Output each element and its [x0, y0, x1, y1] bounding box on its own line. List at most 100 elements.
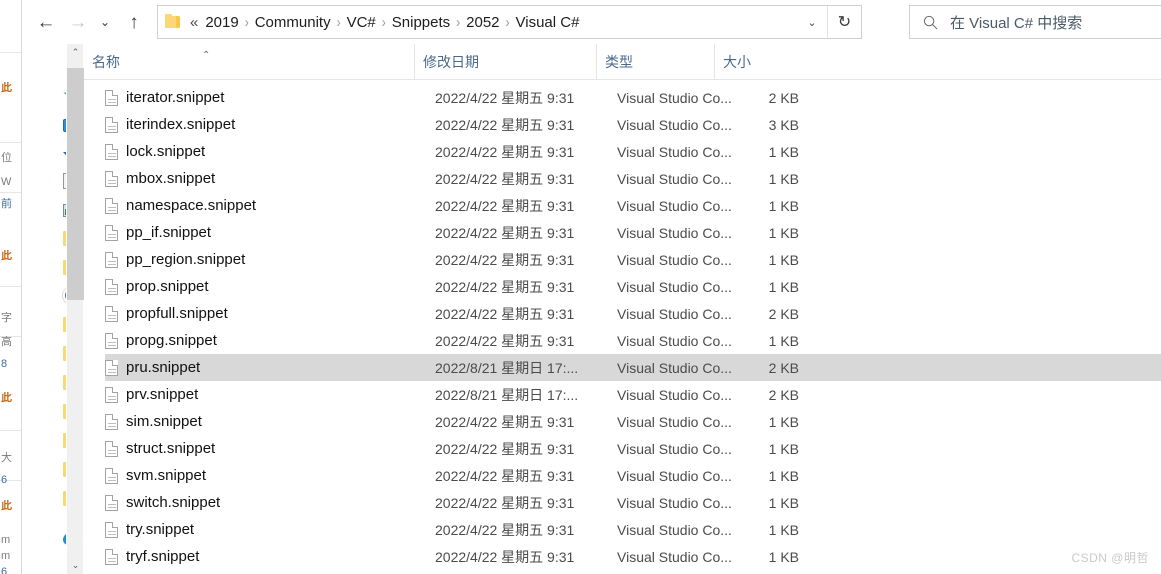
file-name-cell[interactable]: iterindex.snippet — [105, 116, 235, 133]
file-type-cell: Visual Studio Co... — [617, 197, 732, 214]
table-row[interactable]: lock.snippet 2022/4/22 星期五 9:31 Visual Stu… — [105, 138, 1161, 165]
file-name-cell[interactable]: tryf.snippet — [105, 548, 199, 565]
file-date-cell: 2022/4/22 星期五 9:31 — [435, 467, 575, 484]
file-date-cell: 2022/8/21 星期日 17:... — [435, 386, 579, 403]
table-row[interactable]: try.snippet 2022/4/22 星期五 9:31 Visual Stud… — [105, 516, 1161, 543]
table-row[interactable]: prop.snippet 2022/4/22 星期五 9:31 Visual Stu… — [105, 273, 1161, 300]
file-type-cell: Visual Studio Co... — [617, 251, 732, 268]
file-name-cell[interactable]: mbox.snippet — [105, 170, 215, 187]
file-type-cell: Visual Studio Co... — [617, 170, 732, 187]
file-name-cell[interactable]: switch.snippet — [105, 494, 220, 511]
snippet-file-icon — [105, 440, 118, 457]
breadcrumb-item-2052[interactable]: 2052 — [462, 11, 503, 34]
table-row[interactable]: propg.snippet 2022/4/22 星期五 9:31 Visual St… — [105, 327, 1161, 354]
file-name-cell[interactable]: iterator.snippet — [105, 89, 224, 106]
column-header-name-label: 名称 — [92, 54, 120, 70]
snippet-file-icon — [105, 359, 118, 376]
breadcrumb-separator-icon[interactable]: › — [243, 13, 251, 31]
table-row[interactable]: svm.snippet 2022/4/22 星期五 9:31 Visual Stud… — [105, 462, 1161, 489]
breadcrumb-item-snippets[interactable]: Snippets — [388, 11, 454, 34]
file-name-cell[interactable]: svm.snippet — [105, 467, 206, 484]
breadcrumb-item-community[interactable]: Community — [251, 11, 335, 34]
table-row[interactable]: tryf.snippet 2022/4/22 星期五 9:31 Visual Stu… — [105, 543, 1161, 570]
file-size-cell: 1 KB — [768, 440, 799, 457]
refresh-button[interactable]: ↻ — [827, 6, 861, 38]
explorer-toolbar: ← → ⌄ ↑ « 2019 › Community › VC# › Snipp… — [22, 0, 1161, 44]
breadcrumb-separator-icon[interactable]: › — [504, 13, 512, 31]
back-button[interactable]: ← — [30, 6, 62, 38]
table-row[interactable]: mbox.snippet 2022/4/22 星期五 9:31 Visual Stu… — [105, 165, 1161, 192]
file-size-cell: 1 KB — [768, 251, 799, 268]
address-bar[interactable]: « 2019 › Community › VC# › Snippets › 20… — [157, 5, 862, 39]
breadcrumb-separator-icon[interactable]: › — [454, 13, 462, 31]
breadcrumb-separator-icon[interactable]: › — [335, 13, 343, 31]
file-name-cell[interactable]: pru.snippet — [105, 359, 200, 376]
file-size-cell: 1 KB — [768, 521, 799, 538]
file-name-cell[interactable]: struct.snippet — [105, 440, 215, 457]
file-date-cell: 2022/4/22 星期五 9:31 — [435, 521, 575, 538]
file-date-cell: 2022/4/22 星期五 9:31 — [435, 548, 575, 565]
file-size-cell: 1 KB — [768, 332, 799, 349]
folder-icon — [164, 14, 180, 28]
table-row[interactable]: iterindex.snippet 2022/4/22 星期五 9:31 Visua… — [105, 111, 1161, 138]
table-row[interactable]: pp_region.snippet 2022/4/22 星期五 9:31 Visua… — [105, 246, 1161, 273]
file-type-cell: Visual Studio Co... — [617, 332, 732, 349]
table-row[interactable]: pp_if.snippet 2022/4/22 星期五 9:31 Visual St… — [105, 219, 1161, 246]
file-name-label: prop.snippet — [126, 278, 209, 295]
file-size-cell: 1 KB — [768, 413, 799, 430]
file-name-cell[interactable]: prv.snippet — [105, 386, 198, 403]
background-window-sliver: 此 位 W 前 此 字 高 8 此 大 6 此 m m 6 — [0, 0, 22, 574]
file-size-cell: 1 KB — [768, 278, 799, 295]
table-row[interactable]: propfull.snippet 2022/4/22 星期五 9:31 Visual… — [105, 300, 1161, 327]
scrollbar-thumb[interactable] — [67, 68, 84, 300]
scroll-up-button[interactable]: ⌃ — [67, 44, 84, 61]
file-size-cell: 1 KB — [768, 467, 799, 484]
file-size-cell: 1 KB — [768, 224, 799, 241]
table-row[interactable]: iterator.snippet 2022/4/22 星期五 9:31 Visual… — [105, 84, 1161, 111]
table-row[interactable]: namespace.snippet 2022/4/22 星期五 9:31 Visua… — [105, 192, 1161, 219]
file-name-label: switch.snippet — [126, 494, 221, 511]
breadcrumb-item-vcsharp[interactable]: VC# — [343, 11, 380, 34]
file-name-label: propfull.snippet — [126, 305, 228, 322]
breadcrumb[interactable]: « 2019 › Community › VC# › Snippets › 20… — [186, 11, 797, 34]
column-header-size[interactable]: 大小 — [714, 44, 820, 80]
file-name-cell[interactable]: prop.snippet — [105, 278, 209, 295]
file-name-label: try.snippet — [126, 521, 195, 538]
column-header-date-modified[interactable]: 修改日期 — [414, 44, 596, 80]
address-dropdown-button[interactable]: ⌄ — [797, 16, 827, 29]
file-name-cell[interactable]: try.snippet — [105, 521, 194, 538]
file-name-cell[interactable]: propg.snippet — [105, 332, 217, 349]
breadcrumb-item-2019[interactable]: 2019 — [201, 11, 242, 34]
table-row[interactable]: pru.snippet 2022/8/21 星期日 17:... Visual St… — [105, 354, 1161, 381]
column-header-name[interactable]: 名称 ⌃ — [84, 44, 414, 80]
search-icon — [923, 15, 937, 29]
up-button[interactable]: ↑ — [118, 6, 150, 38]
snippet-file-icon — [105, 170, 118, 187]
scroll-down-button[interactable]: ⌄ — [67, 557, 84, 574]
table-row[interactable]: switch.snippet 2022/4/22 星期五 9:31 Visual S… — [105, 489, 1161, 516]
forward-button[interactable]: → — [62, 6, 94, 38]
column-header-type[interactable]: 类型 — [596, 44, 714, 80]
file-type-cell: Visual Studio Co... — [617, 413, 732, 430]
file-name-cell[interactable]: propfull.snippet — [105, 305, 228, 322]
search-input[interactable]: 在 Visual C# 中搜索 — [950, 12, 1082, 33]
file-name-cell[interactable]: namespace.snippet — [105, 197, 256, 214]
table-row[interactable]: sim.snippet 2022/4/22 星期五 9:31 Visual Stud… — [105, 408, 1161, 435]
file-size-cell: 1 KB — [768, 548, 799, 565]
breadcrumb-overflow-icon[interactable]: « — [188, 14, 201, 31]
breadcrumb-separator-icon[interactable]: › — [380, 13, 388, 31]
chevron-down-icon: ⌄ — [71, 560, 80, 570]
snippet-file-icon — [105, 89, 118, 106]
table-row[interactable]: struct.snippet 2022/4/22 星期五 9:31 Visual S… — [105, 435, 1161, 462]
column-header-size-label: 大小 — [723, 54, 751, 70]
navigation-pane-scrollbar[interactable]: ⌃ ⌄ — [66, 44, 84, 574]
file-name-cell[interactable]: pp_region.snippet — [105, 251, 245, 268]
file-list-pane[interactable]: 名称 ⌃ 修改日期 类型 大小 iterator.snippet 2022/4/2… — [84, 44, 1161, 574]
file-name-cell[interactable]: lock.snippet — [105, 143, 205, 160]
file-name-cell[interactable]: pp_if.snippet — [105, 224, 211, 241]
file-name-cell[interactable]: sim.snippet — [105, 413, 202, 430]
table-row[interactable]: prv.snippet 2022/8/21 星期日 17:... Visual St… — [105, 381, 1161, 408]
search-box[interactable]: 在 Visual C# 中搜索 — [909, 5, 1161, 39]
recent-locations-button[interactable]: ⌄ — [94, 6, 116, 38]
breadcrumb-item-visual-csharp[interactable]: Visual C# — [512, 11, 584, 34]
